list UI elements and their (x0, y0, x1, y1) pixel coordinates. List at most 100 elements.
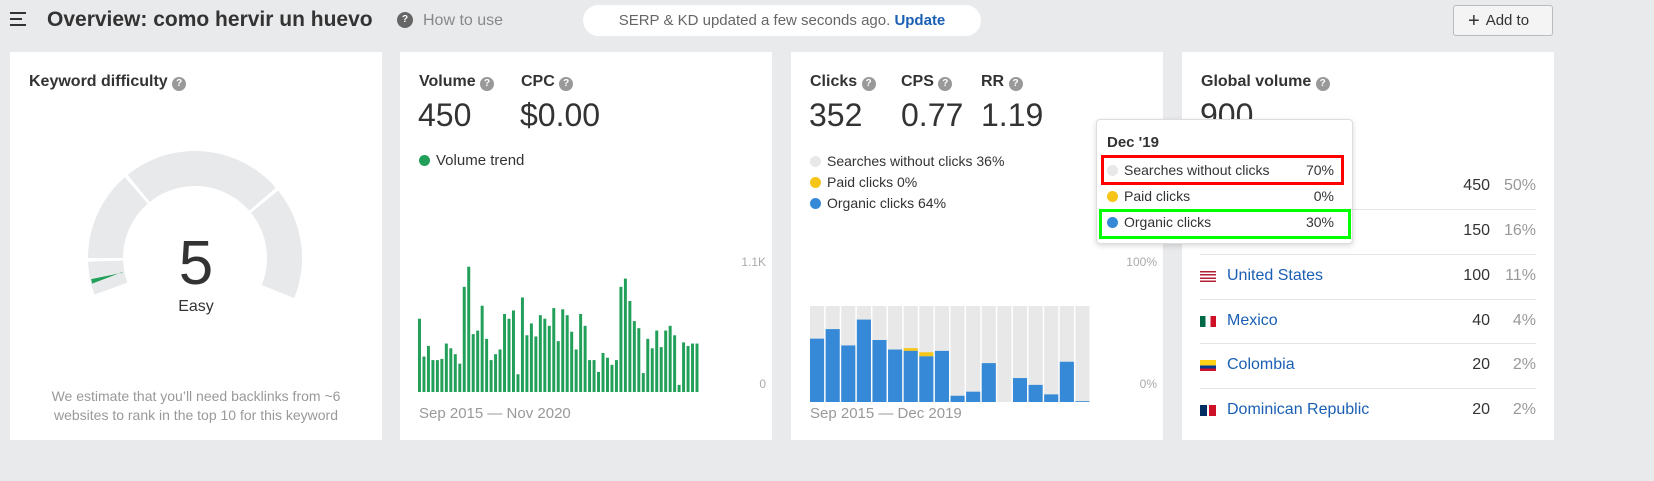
volume-bar[interactable] (655, 330, 659, 392)
volume-bar[interactable] (579, 314, 583, 392)
volume-bar[interactable] (632, 321, 636, 392)
volume-bar[interactable] (601, 353, 605, 392)
country-link[interactable]: United States (1227, 267, 1323, 285)
volume-bar[interactable] (565, 315, 569, 392)
organic-clicks-bar[interactable] (888, 349, 903, 402)
volume-bar[interactable] (659, 347, 663, 392)
volume-bar[interactable] (449, 348, 453, 392)
volume-bar[interactable] (547, 325, 551, 392)
volume-bar[interactable] (529, 323, 533, 392)
volume-bar[interactable] (668, 325, 672, 392)
volume-bar[interactable] (485, 338, 489, 392)
volume-bar[interactable] (431, 360, 435, 392)
help-icon[interactable]: ? (559, 77, 574, 91)
help-icon[interactable]: ? (1008, 77, 1023, 91)
searches-without-clicks-bar[interactable] (1075, 306, 1090, 402)
volume-bar[interactable] (691, 343, 695, 392)
volume-bar[interactable] (471, 334, 475, 392)
volume-bar[interactable] (512, 310, 515, 392)
volume-bar[interactable] (525, 335, 529, 392)
volume-bar[interactable] (516, 374, 520, 392)
volume-bar[interactable] (561, 309, 565, 392)
volume-bar[interactable] (494, 354, 498, 392)
help-icon[interactable]: ? (861, 77, 876, 91)
organic-clicks-bar[interactable] (950, 395, 965, 402)
organic-clicks-bar[interactable] (903, 350, 918, 402)
organic-clicks-bar[interactable] (1075, 401, 1090, 402)
volume-bar[interactable] (695, 343, 699, 392)
update-link[interactable]: Update (894, 12, 945, 29)
volume-bar[interactable] (682, 342, 686, 392)
volume-bar[interactable] (574, 349, 578, 392)
organic-clicks-bar[interactable] (1059, 361, 1074, 402)
volume-bar[interactable] (467, 266, 471, 392)
menu-icon[interactable] (10, 12, 26, 26)
volume-bar[interactable] (462, 286, 466, 392)
searches-without-clicks-bar[interactable] (997, 306, 1012, 402)
paid-clicks-bar[interactable] (919, 352, 934, 357)
volume-bar[interactable] (646, 338, 650, 392)
volume-bar[interactable] (538, 315, 542, 392)
volume-bar[interactable] (619, 286, 623, 392)
organic-clicks-bar[interactable] (810, 338, 825, 402)
volume-bar[interactable] (418, 318, 421, 392)
organic-clicks-bar[interactable] (1028, 384, 1043, 402)
volume-bar[interactable] (534, 336, 538, 392)
organic-clicks-bar[interactable] (966, 391, 981, 402)
volume-bar[interactable] (498, 349, 502, 392)
volume-bar[interactable] (623, 278, 627, 392)
add-to-button[interactable]: + Add to (1453, 5, 1553, 36)
volume-bar[interactable] (592, 360, 596, 392)
volume-bar[interactable] (435, 360, 439, 392)
help-icon[interactable]: ? (1315, 77, 1330, 91)
volume-bar[interactable] (444, 343, 448, 392)
volume-bar[interactable] (610, 364, 614, 392)
volume-bar[interactable] (422, 356, 426, 392)
volume-bar[interactable] (458, 363, 462, 392)
volume-bar[interactable] (426, 345, 430, 392)
country-link[interactable]: Mexico (1227, 312, 1278, 330)
organic-clicks-bar[interactable] (934, 350, 949, 402)
searches-without-clicks-bar[interactable] (1044, 306, 1059, 402)
organic-clicks-bar[interactable] (825, 329, 840, 402)
volume-bar[interactable] (641, 373, 645, 392)
volume-bar[interactable] (489, 360, 493, 392)
volume-bar[interactable] (440, 358, 444, 392)
volume-bar[interactable] (507, 318, 511, 392)
searches-without-clicks-bar[interactable] (966, 306, 981, 402)
volume-bar[interactable] (677, 384, 681, 392)
country-link[interactable]: Colombia (1227, 356, 1295, 374)
volume-bar[interactable] (453, 354, 457, 392)
volume-bar[interactable] (520, 297, 524, 392)
volume-bar[interactable] (552, 308, 556, 392)
volume-bar[interactable] (570, 331, 574, 392)
volume-bar[interactable] (476, 330, 480, 392)
organic-clicks-bar[interactable] (856, 319, 871, 402)
volume-bar[interactable] (664, 330, 668, 392)
organic-clicks-bar[interactable] (981, 363, 996, 402)
paid-clicks-bar[interactable] (903, 348, 918, 351)
volume-bar[interactable] (503, 314, 507, 392)
how-to-use-link[interactable]: How to use (423, 12, 503, 30)
volume-bar[interactable] (543, 318, 547, 392)
volume-bar[interactable] (583, 325, 587, 392)
organic-clicks-bar[interactable] (872, 340, 887, 402)
volume-bar[interactable] (588, 360, 592, 392)
help-icon[interactable]: ? (397, 12, 413, 28)
organic-clicks-bar[interactable] (1044, 394, 1059, 402)
volume-bar[interactable] (650, 348, 654, 392)
searches-without-clicks-bar[interactable] (950, 306, 965, 402)
volume-bar[interactable] (606, 357, 609, 392)
volume-bar[interactable] (480, 305, 484, 392)
volume-bar[interactable] (628, 301, 632, 392)
volume-bar[interactable] (614, 360, 618, 392)
organic-clicks-bar[interactable] (919, 356, 934, 402)
volume-bar[interactable] (686, 345, 690, 392)
volume-bar[interactable] (637, 328, 641, 392)
help-icon[interactable]: ? (938, 77, 953, 91)
country-link[interactable]: Dominican Republic (1227, 401, 1369, 419)
volume-bar[interactable] (597, 371, 601, 392)
volume-bar[interactable] (556, 341, 560, 392)
organic-clicks-bar[interactable] (1012, 378, 1028, 402)
organic-clicks-bar[interactable] (841, 345, 856, 402)
